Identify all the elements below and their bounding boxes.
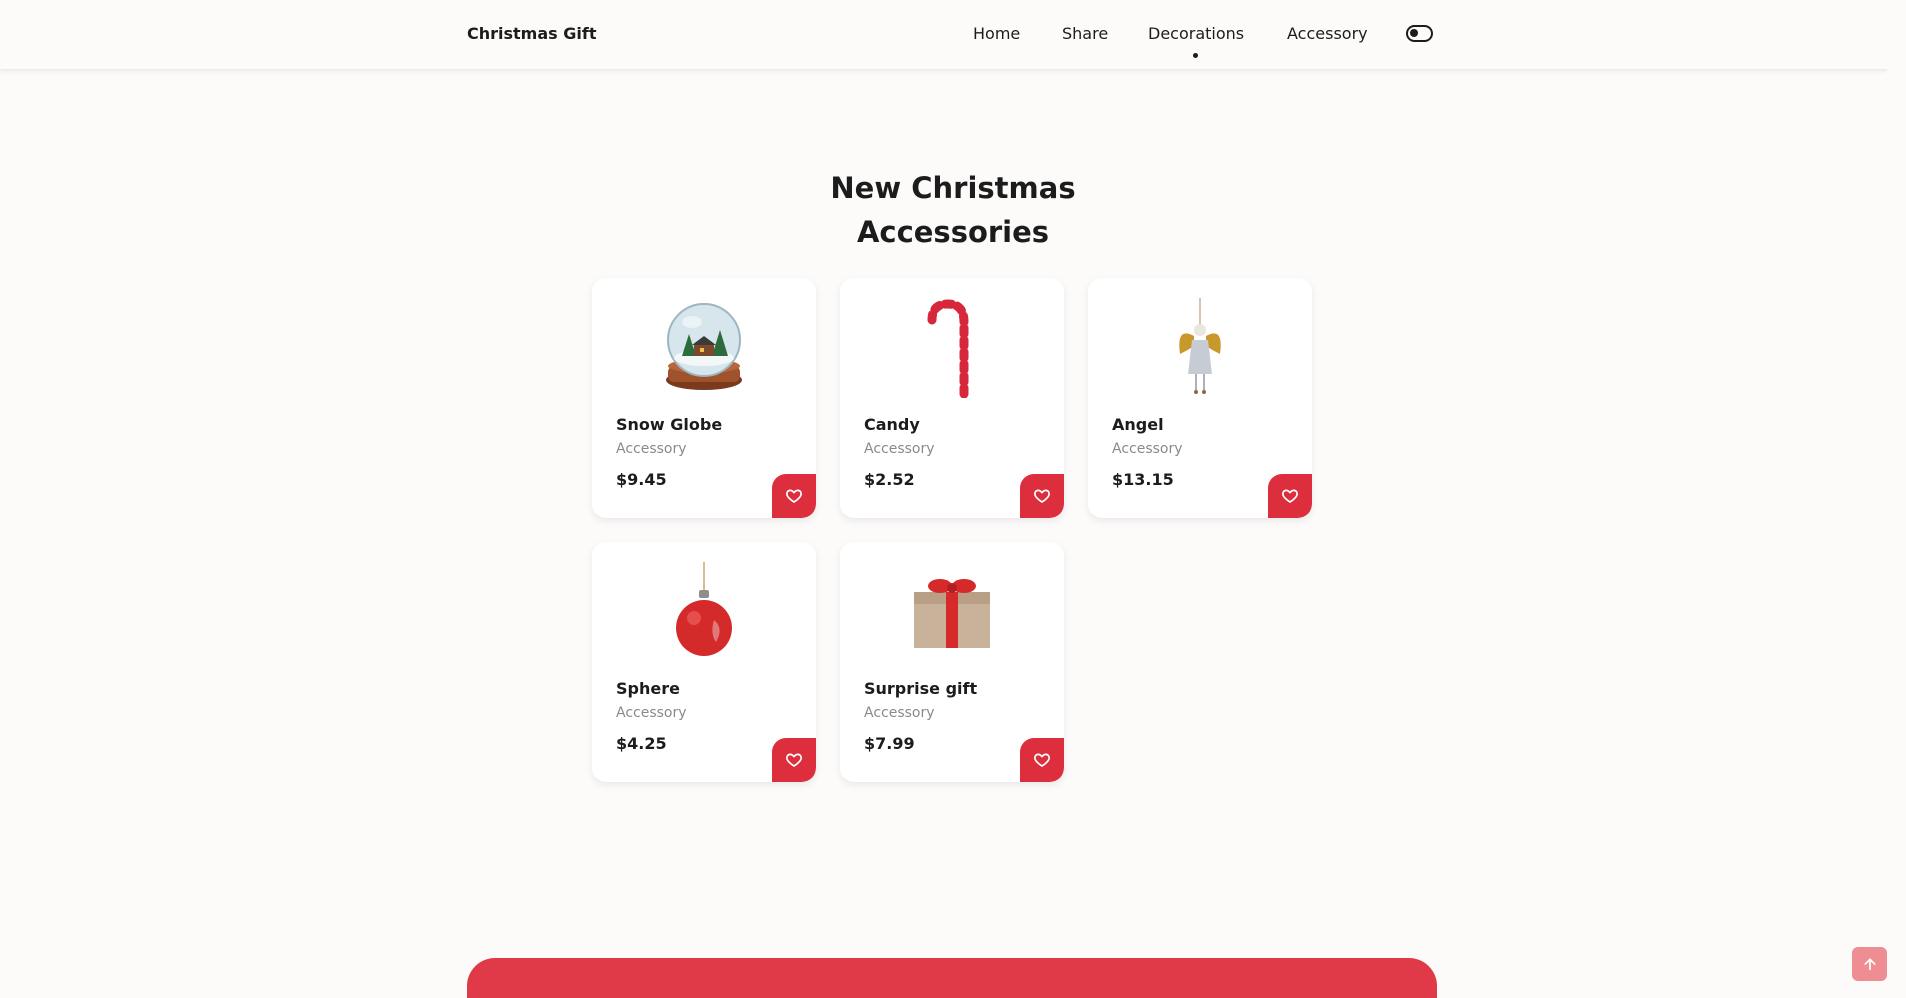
product-card[interactable]: Surprise gift Accessory $7.99 [840, 542, 1064, 782]
arrow-up-icon [1863, 958, 1876, 971]
candy-cane-icon [927, 299, 969, 398]
product-card[interactable]: Angel Accessory $13.15 [1088, 278, 1312, 518]
snow-globe-icon [666, 303, 742, 390]
heart-icon [1282, 489, 1298, 503]
product-category: Accessory [1112, 441, 1183, 457]
product-category: Accessory [864, 441, 935, 457]
toggle-knob [1410, 29, 1418, 37]
footer-banner [467, 958, 1437, 998]
product-price: $2.52 [864, 470, 915, 489]
product-name: Surprise gift [864, 679, 978, 698]
favorite-button[interactable] [772, 738, 816, 782]
product-name: Sphere [616, 679, 680, 698]
product-card[interactable]: Candy Accessory $2.52 [840, 278, 1064, 518]
section-title-line2: Accessories [856, 215, 1050, 249]
favorite-button[interactable] [1268, 474, 1312, 518]
scroll-up-button[interactable] [1852, 947, 1887, 981]
heart-icon [786, 753, 802, 767]
page-scrollbar[interactable] [1887, 0, 1906, 998]
product-name: Snow Globe [616, 415, 723, 434]
product-category: Accessory [864, 705, 935, 721]
product-price: $13.15 [1112, 470, 1174, 489]
active-indicator [1193, 53, 1198, 58]
favorite-button[interactable] [772, 474, 816, 518]
nav-decorations[interactable]: Decorations [1148, 24, 1244, 43]
product-card[interactable]: Sphere Accessory $4.25 [592, 542, 816, 782]
red-bauble-icon [676, 562, 732, 656]
angel-ornament-icon [1179, 298, 1221, 394]
favorite-button[interactable] [1020, 474, 1064, 518]
theme-toggle-icon[interactable] [1406, 25, 1433, 42]
product-price: $4.25 [616, 734, 667, 753]
nav-accessory[interactable]: Accessory [1287, 24, 1368, 43]
favorite-button[interactable] [1020, 738, 1064, 782]
product-name: Angel [1112, 415, 1164, 434]
product-name: Candy [864, 415, 920, 434]
heart-icon [1034, 753, 1050, 767]
gift-box-icon [914, 579, 990, 648]
logo[interactable]: Christmas Gift [467, 24, 596, 43]
nav-home[interactable]: Home [973, 24, 1020, 43]
heart-icon [1034, 489, 1050, 503]
section-title: New Christmas Accessories [803, 166, 1103, 254]
product-category: Accessory [616, 705, 687, 721]
product-price: $7.99 [864, 734, 915, 753]
section-title-line1: New Christmas [830, 171, 1076, 205]
product-price: $9.45 [616, 470, 667, 489]
product-card[interactable]: Snow Globe Accessory $9.45 [592, 278, 816, 518]
heart-icon [786, 489, 802, 503]
site-header: Christmas Gift Home Share Decorations Ac… [0, 0, 1887, 70]
nav-share[interactable]: Share [1062, 24, 1108, 43]
product-category: Accessory [616, 441, 687, 457]
